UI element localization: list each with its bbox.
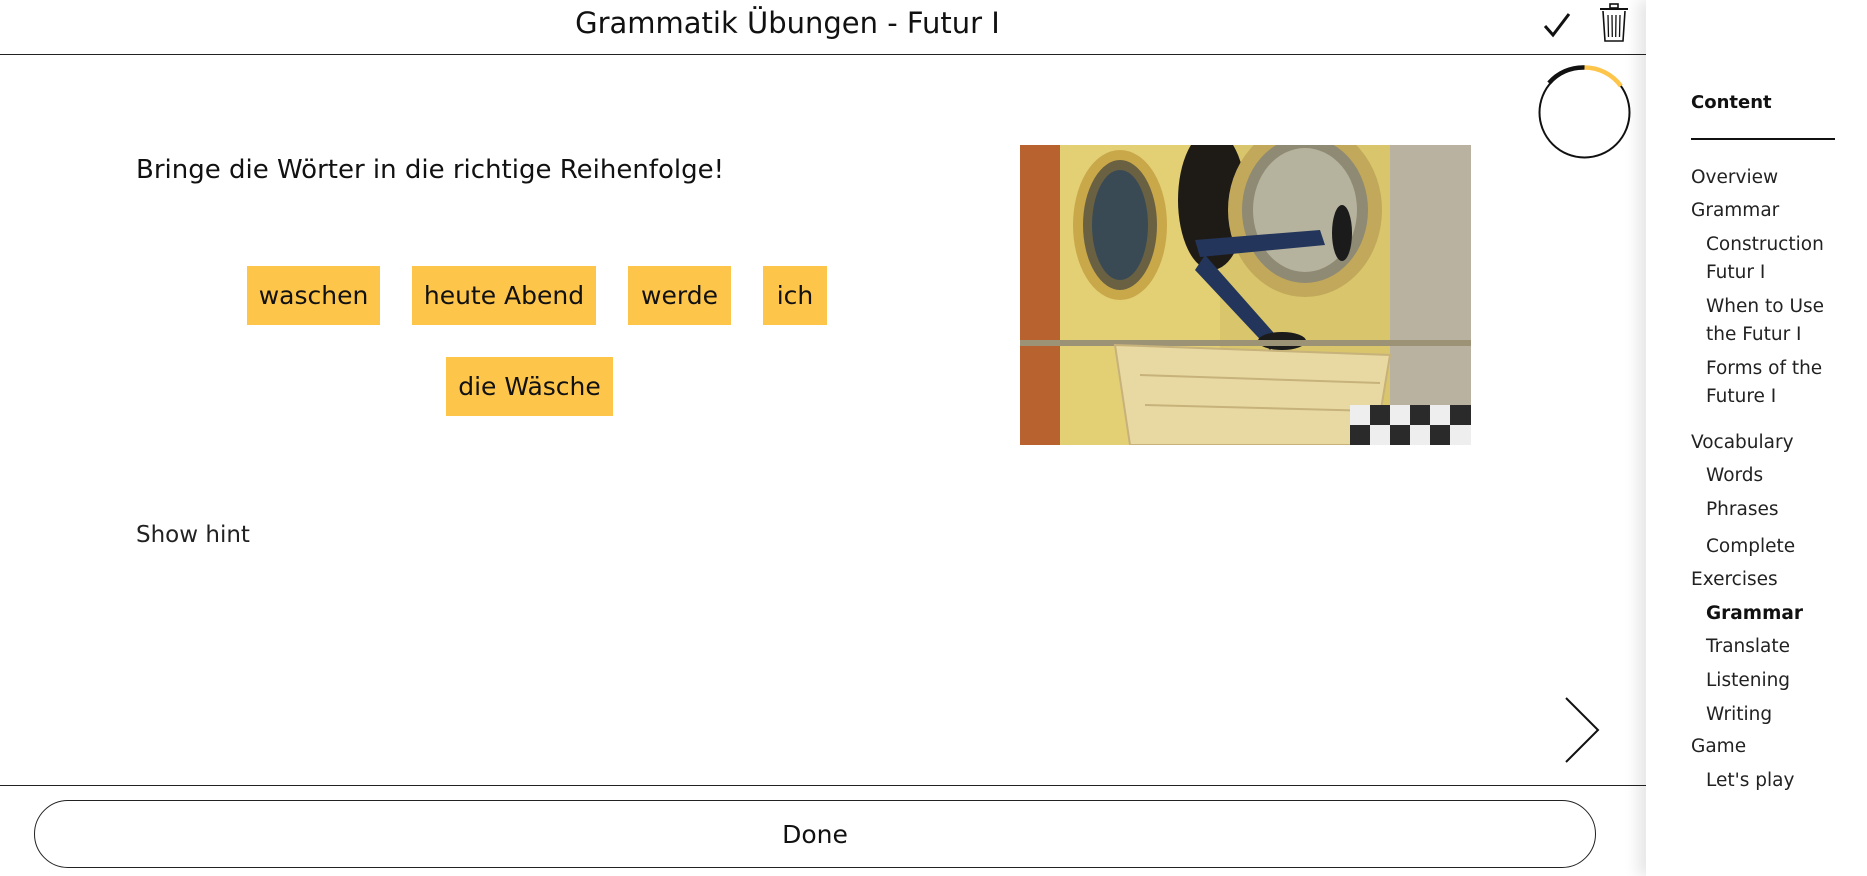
- sidebar-item-translate[interactable]: Translate: [1706, 633, 1856, 661]
- sidebar-item-when-to-use[interactable]: When to Use the Futur I: [1706, 293, 1856, 349]
- sidebar-heading: Content: [1691, 92, 1772, 113]
- sidebar-divider: [1691, 138, 1835, 140]
- exercise-instruction: Bringe die Wörter in die richtige Reihen…: [136, 155, 725, 185]
- exercise-panel: Grammatik Übungen - Futur I Bringe die W…: [0, 0, 1646, 876]
- sidebar-item-phrases[interactable]: Phrases: [1706, 496, 1856, 524]
- show-hint-link[interactable]: Show hint: [136, 522, 250, 548]
- sidebar-item-game[interactable]: Game: [1691, 733, 1746, 761]
- sidebar-item-forms[interactable]: Forms of the Future I: [1706, 355, 1856, 411]
- sidebar-item-exercises-grammar[interactable]: Grammar: [1706, 600, 1856, 628]
- word-chip[interactable]: waschen: [247, 266, 380, 325]
- header-bar: Grammatik Übungen - Futur I: [0, 0, 1646, 55]
- sidebar-item-construction-futur-i[interactable]: Construction Futur I: [1706, 231, 1856, 287]
- footer-divider: [0, 785, 1646, 786]
- page-title: Grammatik Übungen - Futur I: [575, 6, 1000, 40]
- laundromat-photo: [1020, 145, 1471, 445]
- word-chip[interactable]: heute Abend: [412, 266, 596, 325]
- word-chip[interactable]: werde: [628, 266, 731, 325]
- sidebar-item-listening[interactable]: Listening: [1706, 667, 1856, 695]
- progress-ring: [1538, 65, 1631, 159]
- sidebar-item-vocabulary[interactable]: Vocabulary: [1691, 429, 1794, 457]
- sidebar-item-exercises[interactable]: Exercises: [1691, 566, 1778, 594]
- content-sidebar: Content Overview Grammar Construction Fu…: [1646, 0, 1867, 876]
- progress-arc: [1584, 65, 1623, 88]
- sidebar-item-complete[interactable]: Complete: [1706, 533, 1856, 561]
- trash-icon[interactable]: [1597, 3, 1631, 43]
- checkmark-icon[interactable]: [1540, 8, 1574, 42]
- sidebar-item-words[interactable]: Words: [1706, 462, 1856, 490]
- word-chip[interactable]: die Wäsche: [446, 357, 613, 416]
- sidebar-item-lets-play[interactable]: Let's play: [1706, 767, 1856, 795]
- sidebar-item-writing[interactable]: Writing: [1706, 701, 1856, 729]
- word-chip[interactable]: ich: [763, 266, 827, 325]
- sidebar-item-grammar[interactable]: Grammar: [1691, 197, 1779, 225]
- done-button[interactable]: Done: [34, 800, 1596, 868]
- sidebar-item-overview[interactable]: Overview: [1691, 164, 1778, 192]
- chevron-right-icon[interactable]: [1562, 695, 1602, 765]
